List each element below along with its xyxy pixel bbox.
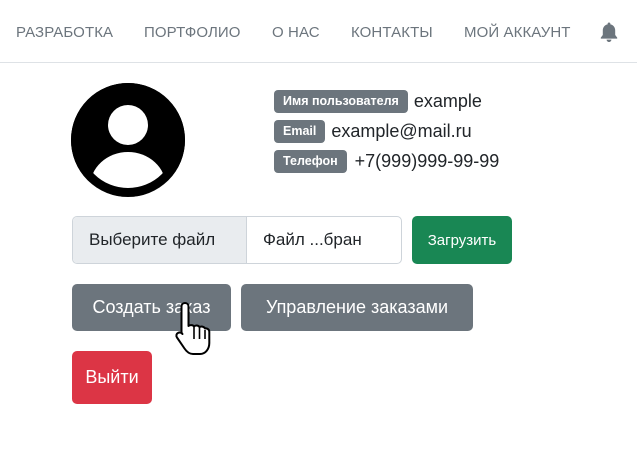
phone-value: +7(999)999-99-99	[354, 150, 500, 171]
phone-badge: Телефон	[274, 149, 347, 173]
upload-button[interactable]: Загрузить	[412, 216, 512, 264]
top-navbar: РАЗРАБОТКА ПОРТФОЛИО О НАС КОНТАКТЫ МОЙ …	[0, 0, 637, 63]
nav-link-about[interactable]: О НАС	[272, 24, 320, 42]
bell-icon[interactable]	[599, 21, 619, 43]
phone-row: Телефон +7(999)999-99-99	[274, 149, 499, 173]
email-badge: Email	[274, 119, 326, 143]
file-name-text: Файл ...бран	[263, 230, 362, 249]
nav-link-development[interactable]: РАЗРАБОТКА	[16, 24, 113, 42]
email-value: example@mail.ru	[331, 120, 472, 141]
username-badge: Имя пользователя	[274, 89, 408, 113]
username-row: Имя пользователя example	[274, 89, 482, 113]
email-row: Email example@mail.ru	[274, 119, 472, 143]
file-input[interactable]: Выберите файл Файл ...бран	[72, 216, 402, 264]
nav-link-my-account[interactable]: МОЙ АККАУНТ	[464, 24, 571, 42]
logout-button[interactable]: Выйти	[72, 351, 152, 404]
choose-file-button[interactable]: Выберите файл	[73, 217, 247, 263]
nav-link-contacts[interactable]: КОНТАКТЫ	[351, 24, 433, 42]
username-value: example	[413, 90, 482, 111]
user-avatar-icon	[71, 83, 185, 197]
nav-link-portfolio[interactable]: ПОРТФОЛИО	[144, 24, 241, 42]
manage-orders-button[interactable]: Управление заказами	[241, 284, 473, 331]
hand-pointer-icon	[175, 302, 211, 355]
